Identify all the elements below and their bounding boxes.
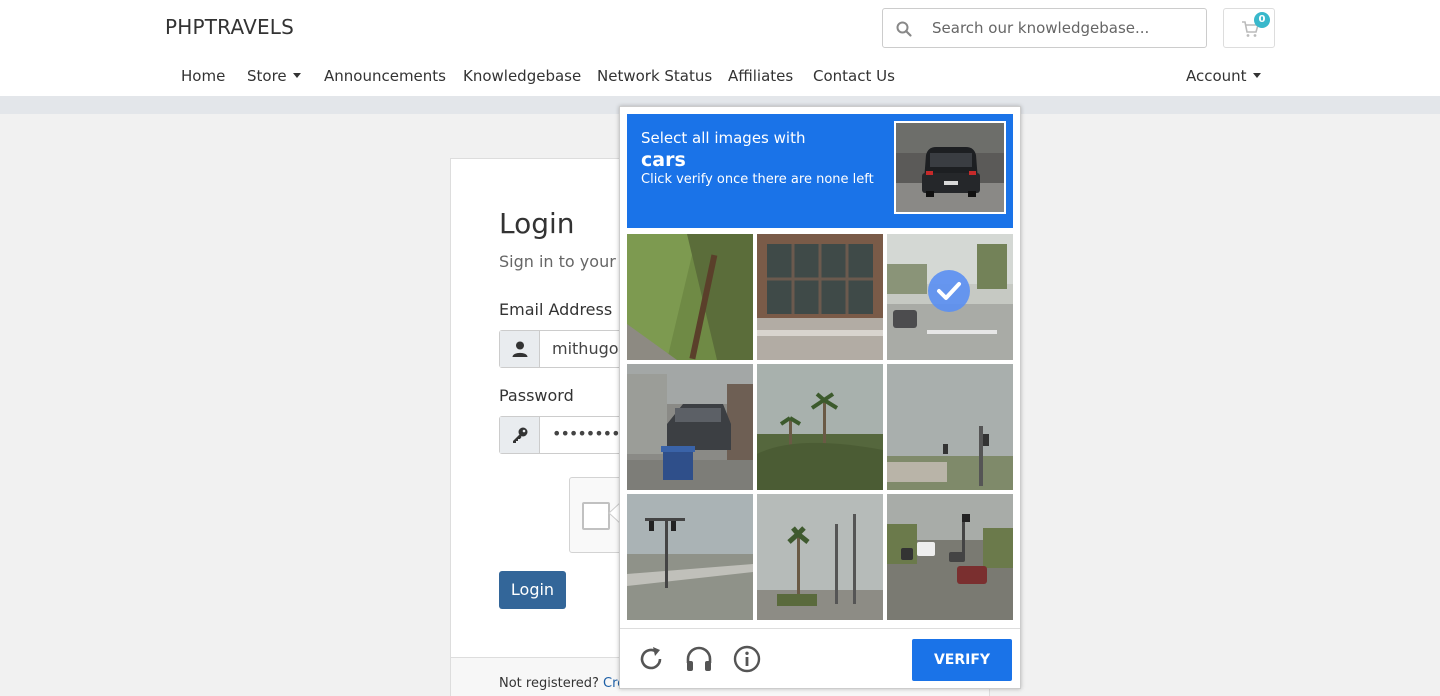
page-title: Login <box>499 207 575 240</box>
chevron-down-icon <box>292 73 301 78</box>
page-subtitle: Sign in to your a <box>499 252 631 271</box>
login-button[interactable]: Login <box>499 571 566 609</box>
captcha-challenge: Select all images with cars Click verify… <box>619 106 1021 689</box>
nav-store-label: Store <box>247 67 287 85</box>
recaptcha-checkbox[interactable] <box>582 502 610 530</box>
user-icon <box>512 341 528 357</box>
cart-button[interactable]: 0 <box>1223 8 1275 48</box>
captcha-grid <box>627 234 1013 620</box>
info-icon[interactable] <box>732 644 762 674</box>
search-box[interactable] <box>882 8 1207 48</box>
password-label: Password <box>499 386 574 405</box>
captcha-tile-6[interactable] <box>887 364 1013 490</box>
cart-count-badge: 0 <box>1254 12 1270 28</box>
captcha-tile-8[interactable] <box>757 494 883 620</box>
captcha-tile-5[interactable] <box>757 364 883 490</box>
captcha-tile-3[interactable] <box>887 234 1013 360</box>
checkmark-icon <box>928 270 970 312</box>
audio-icon[interactable] <box>684 644 714 674</box>
search-input[interactable] <box>923 9 1203 47</box>
nav-affiliates[interactable]: Affiliates <box>728 67 793 85</box>
nav-network-status[interactable]: Network Status <box>597 67 712 85</box>
brand-logo[interactable]: PHPTRAVELS <box>165 15 294 39</box>
reload-icon[interactable] <box>636 644 666 674</box>
nav-knowledgebase[interactable]: Knowledgebase <box>463 67 581 85</box>
password-addon <box>500 417 540 453</box>
nav-store[interactable]: Store <box>247 67 301 85</box>
sample-image <box>894 121 1006 214</box>
footer-text: Not registered? Crea <box>499 676 633 691</box>
captcha-footer: VERIFY <box>620 628 1020 689</box>
captcha-tile-1[interactable] <box>627 234 753 360</box>
search-icon <box>896 21 912 37</box>
key-icon <box>513 427 528 443</box>
nav-announcements[interactable]: Announcements <box>324 67 446 85</box>
prompt-line-1: Select all images with <box>641 129 806 147</box>
site-header: PHPTRAVELS 0 Home Store Announcements Kn… <box>0 0 1440 96</box>
chevron-down-icon <box>1252 73 1261 78</box>
email-label: Email Address <box>499 300 613 319</box>
not-registered-text: Not registered? <box>499 676 599 691</box>
main-nav: Home Store Announcements Knowledgebase N… <box>0 63 1440 89</box>
email-value: mithugop <box>552 339 629 358</box>
prompt-target: cars <box>641 149 686 171</box>
nav-home[interactable]: Home <box>181 67 225 85</box>
captcha-tile-4[interactable] <box>627 364 753 490</box>
captcha-tile-2[interactable] <box>757 234 883 360</box>
email-addon <box>500 331 540 367</box>
captcha-tile-9[interactable] <box>887 494 1013 620</box>
prompt-line-3: Click verify once there are none left <box>641 172 874 187</box>
nav-contact-us[interactable]: Contact Us <box>813 67 895 85</box>
nav-account[interactable]: Account <box>1186 67 1261 85</box>
nav-account-label: Account <box>1186 67 1247 85</box>
verify-button[interactable]: VERIFY <box>912 639 1012 681</box>
captcha-prompt: Select all images with cars Click verify… <box>627 114 1013 228</box>
captcha-tile-7[interactable] <box>627 494 753 620</box>
